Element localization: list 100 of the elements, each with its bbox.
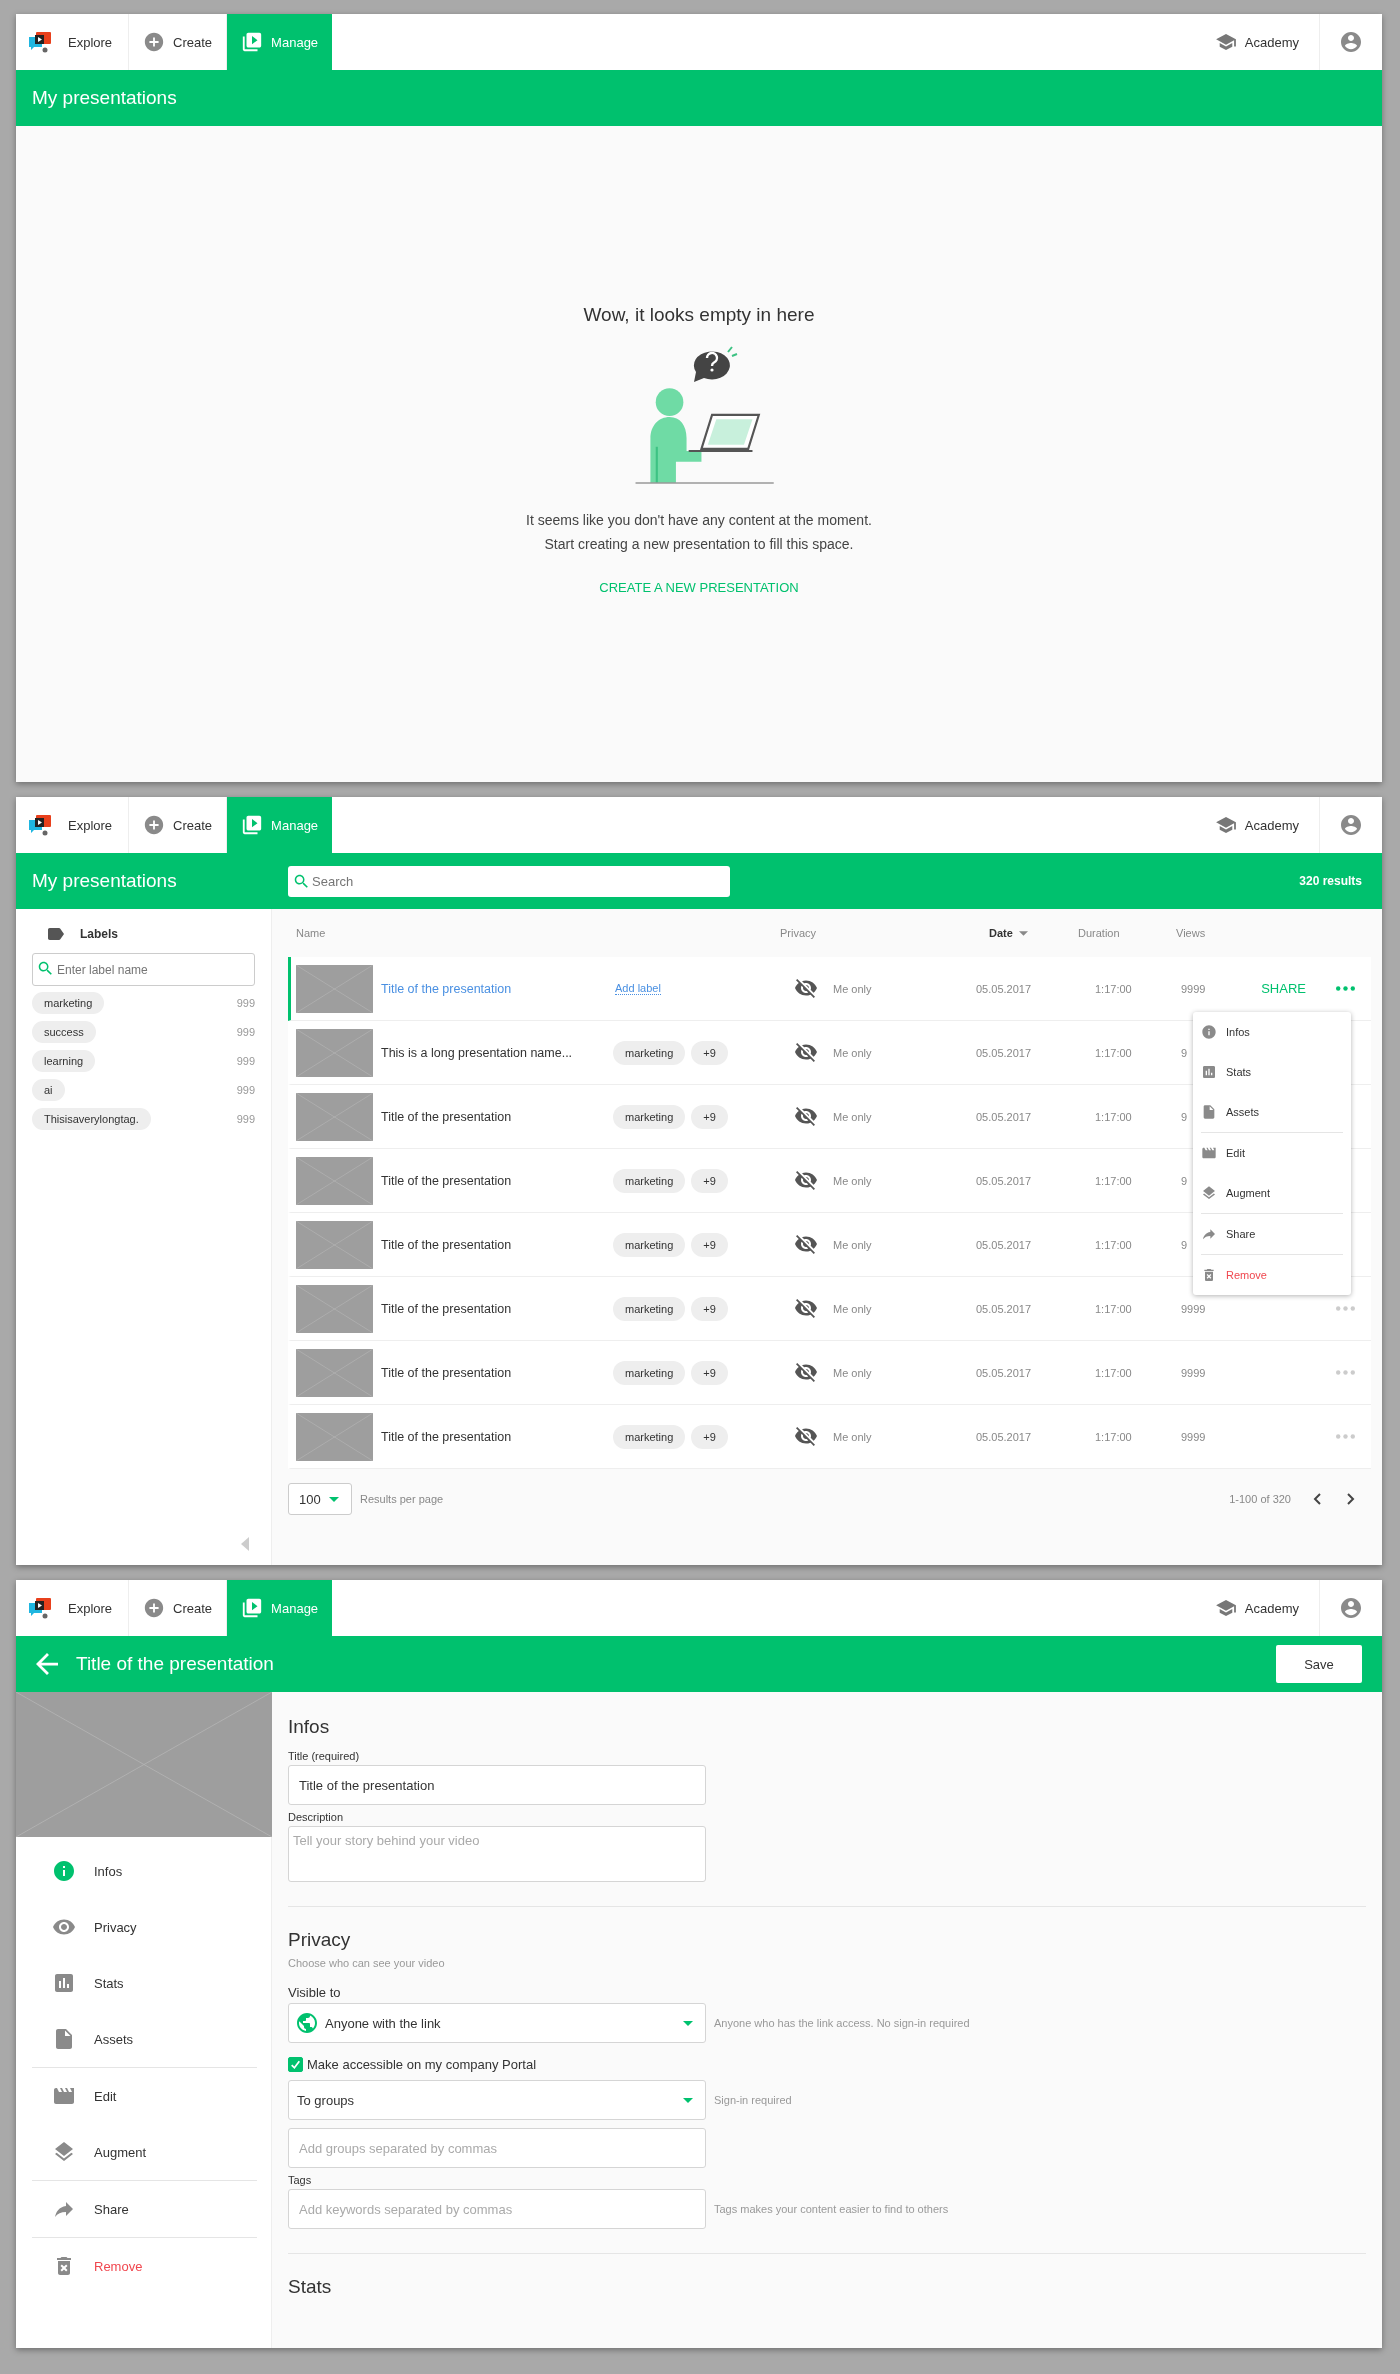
previous-page-icon[interactable] [1313, 1493, 1321, 1505]
video-library-icon [241, 814, 264, 836]
search-field[interactable]: Search [288, 865, 730, 897]
per-page-label: Results per page [360, 1493, 444, 1505]
label-chip[interactable]: success [32, 1021, 96, 1043]
file-icon [1201, 1104, 1217, 1120]
more-options-icon[interactable] [1336, 986, 1355, 991]
tags-input-field[interactable]: Add keywords separated by commas [288, 2189, 706, 2229]
section-nav-item[interactable]: Edit [32, 2068, 257, 2124]
presentation-row[interactable]: Title of the presentation marketing +9 Me only 05.05.2017 1:17:00 9999 [288, 1341, 1371, 1405]
presentation-title[interactable]: This is a long presentation name... [381, 1045, 573, 1060]
views-cell-text: 9999 [1180, 1430, 1206, 1443]
graduation-cap-icon [1214, 816, 1237, 834]
presentation-title[interactable]: Title of the presentation [381, 1365, 512, 1380]
label-chip[interactable]: learning [32, 1050, 96, 1072]
label-chip[interactable]: ai [32, 1079, 65, 1101]
date-cell-text: 05.05.2017 [976, 1046, 1033, 1059]
label-search-field[interactable]: Enter label name [32, 953, 255, 986]
label-chip[interactable]: marketing [32, 992, 105, 1014]
video-library-icon [241, 1597, 264, 1619]
page-title: My presentations [32, 870, 178, 892]
audience-select[interactable]: To groups [288, 2080, 706, 2120]
page-range: 1-100 of 320 [1229, 1493, 1291, 1505]
column-header: Views [1176, 927, 1207, 939]
visibility-select[interactable]: Anyone with the link [288, 2003, 706, 2043]
clapperboard-icon [1201, 1145, 1217, 1161]
presentation-title[interactable]: Title of the presentation [381, 1301, 512, 1316]
privacy-text: Me only [833, 1174, 872, 1187]
search-icon [294, 873, 309, 889]
duration-cell-text: 1:17:00 [1094, 1110, 1133, 1123]
label-chip: marketing [613, 1168, 686, 1193]
back-arrow-icon[interactable] [36, 1653, 58, 1675]
label-chip[interactable]: Thisisaverylongtag. [32, 1108, 151, 1130]
privacy-text: Me only [833, 1238, 872, 1251]
section-heading: Infos [288, 1716, 331, 1738]
duration-cell-text: 1:17:00 [1094, 1238, 1133, 1251]
presentation-title[interactable]: Title of the presentation [381, 1429, 512, 1444]
user-avatar-icon [1341, 815, 1361, 835]
graduation-cap-icon [1214, 1599, 1237, 1617]
views-cell-text: 9 [1180, 1238, 1188, 1251]
privacy-text: Me only [833, 1046, 872, 1059]
per-page-select[interactable]: 100 [288, 1483, 352, 1515]
section-nav-item[interactable]: Augment [32, 2124, 257, 2180]
section-subtitle: Choose who can see your video [288, 1957, 446, 1969]
presentation-row[interactable]: Title of the presentation Add label Me only 05.05.2017 1:17:00 9999 SHARE [288, 957, 1371, 1021]
more-labels-chip: +9 [691, 1040, 728, 1065]
label-count: 999 [236, 1026, 255, 1038]
section-nav-item[interactable]: Share [32, 2181, 257, 2237]
label-icon [48, 928, 64, 940]
question-bubble-icon [692, 344, 738, 384]
column-header[interactable]: Date [973, 927, 1078, 939]
presentation-title[interactable]: Title of the presentation [381, 1109, 512, 1124]
info-icon [52, 1859, 76, 1883]
dropdown-caret-icon [328, 1496, 339, 1502]
duration-cell-text: 1:17:00 [1094, 1174, 1133, 1187]
views-cell-text: 9999 [1180, 1302, 1206, 1315]
more-labels-chip: +9 [691, 1296, 728, 1321]
portal-checkbox[interactable] [288, 2057, 303, 2072]
section-nav-item[interactable]: Stats [32, 1955, 257, 2011]
eye-crossed-icon [795, 1363, 817, 1382]
presentation-title[interactable]: Title of the presentation [381, 1173, 512, 1188]
app-logo[interactable] [28, 30, 54, 54]
title-input-field[interactable]: Title of the presentation [288, 1765, 706, 1805]
section-nav-item[interactable]: Infos [32, 1843, 257, 1899]
more-labels-chip: +9 [691, 1104, 728, 1129]
more-labels-chip: +9 [691, 1232, 728, 1257]
date-cell-text: 05.05.2017 [976, 1302, 1033, 1315]
description-input-field[interactable]: Tell your story behind your video [288, 1826, 706, 1882]
menu-item[interactable]: Share [1201, 1214, 1343, 1254]
section-nav-item[interactable]: Assets [32, 2011, 257, 2067]
date-cell-text: 05.05.2017 [976, 1238, 1033, 1251]
checkbox-label: Make accessible on my company Portal [307, 2057, 537, 2072]
section-nav-item[interactable]: Remove [32, 2238, 257, 2294]
date-cell-text: 05.05.2017 [976, 1366, 1033, 1379]
more-labels-chip: +9 [691, 1168, 728, 1193]
menu-item[interactable]: Assets [1201, 1092, 1343, 1132]
bar-chart-icon [52, 1971, 76, 1995]
menu-item[interactable]: Augment [1201, 1173, 1343, 1213]
sort-caret-icon [1018, 930, 1028, 936]
label-count: 999 [236, 1055, 255, 1067]
save-button[interactable]: Save [1276, 1645, 1362, 1683]
page-title: My presentations [32, 87, 178, 109]
app-logo[interactable] [28, 813, 54, 837]
groups-input-field[interactable]: Add groups separated by commas [288, 2128, 706, 2168]
next-page-icon[interactable] [1347, 1493, 1355, 1505]
field-label: Title (required) [288, 1750, 361, 1762]
section-heading: Stats [288, 2276, 333, 2298]
presentation-row[interactable]: Title of the presentation marketing +9 Me only 05.05.2017 1:17:00 9999 [288, 1405, 1371, 1469]
info-icon [1201, 1024, 1217, 1040]
label-count: 999 [236, 1084, 255, 1096]
presentation-title[interactable]: Title of the presentation [381, 1237, 512, 1252]
user-avatar-icon [1341, 1598, 1361, 1618]
app-logo[interactable] [28, 1596, 54, 1620]
video-library-icon [241, 31, 264, 53]
duration-cell-text: 1:17:00 [1094, 1302, 1133, 1315]
section-heading: Privacy [288, 1929, 352, 1951]
section-nav-item[interactable]: Privacy [32, 1899, 257, 1955]
plus-icon [143, 31, 166, 53]
field-label: Tags [288, 2174, 313, 2186]
views-cell-text: 9 [1180, 1046, 1188, 1059]
